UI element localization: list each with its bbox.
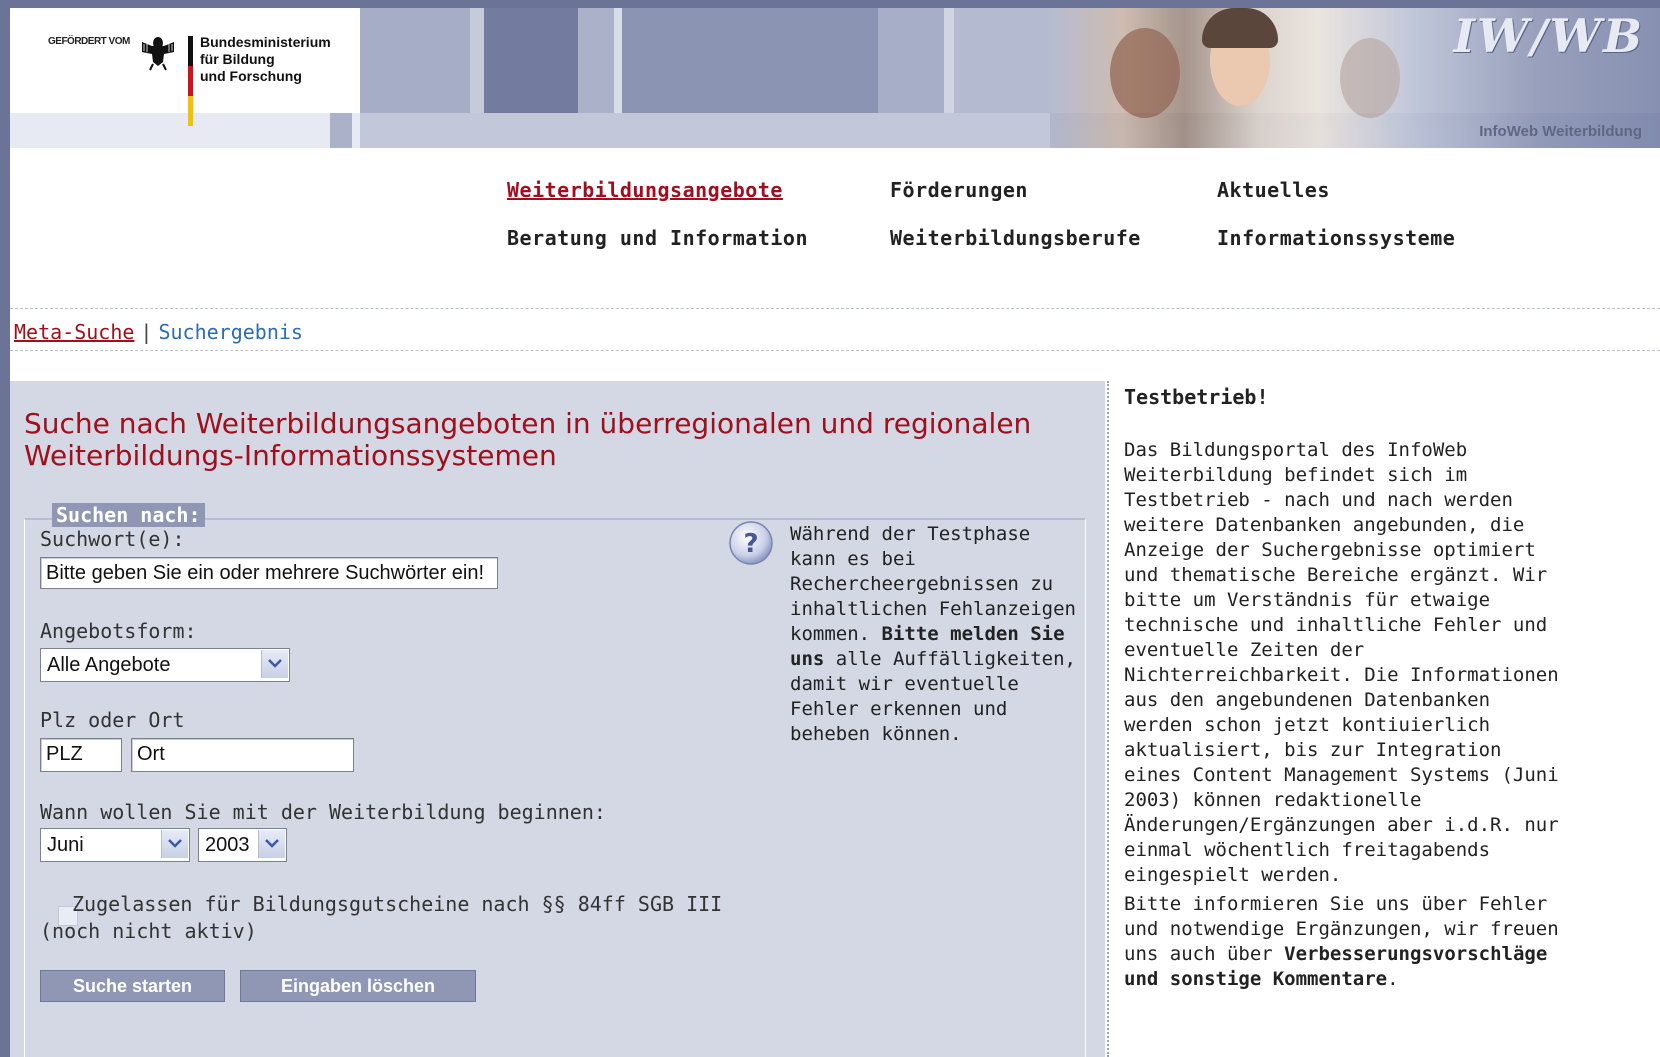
banner-band: [622, 8, 878, 113]
ort-input[interactable]: Ort: [131, 738, 354, 772]
chevron-down-icon[interactable]: [161, 830, 188, 858]
voucher-label: Zugelassen für Bildungsgutscheine nach §…: [72, 892, 723, 916]
location-label: Plz oder Ort: [40, 708, 185, 732]
breadcrumb-divider-bottom: [10, 350, 1660, 351]
sidebar-paragraph-2: Bitte informieren Sie uns über Fehler un…: [1124, 892, 1564, 992]
voucher-note: (noch nicht aktiv): [40, 919, 257, 943]
year-select[interactable]: 2003: [198, 828, 287, 862]
nav-beratung[interactable]: Beratung und Information: [507, 226, 808, 250]
federal-eagle-icon: [142, 37, 174, 71]
banner-band: [614, 8, 622, 113]
person-hair: [1202, 8, 1278, 48]
svg-text:?: ?: [743, 529, 758, 559]
year-value: 2003: [205, 834, 250, 856]
ministry-name: Bundesministerium für Bildung und Forsch…: [200, 34, 331, 85]
page: GEFÖRDERT VOM Bundesministerium für Bild…: [10, 8, 1660, 1057]
ministry-line-3: und Forschung: [200, 68, 302, 84]
german-flag-bar: [188, 36, 193, 126]
sponsor-label: GEFÖRDERT VOM: [48, 36, 130, 47]
breadcrumb: Meta-Suche | Suchergebnis: [14, 320, 303, 344]
search-legend: Suchen nach:: [52, 503, 205, 527]
banner-band: [944, 8, 954, 113]
page-title-line-1: Suche nach Weiterbildungsangeboten in üb…: [24, 407, 1032, 440]
column-divider: [1107, 381, 1109, 1057]
sidebar-title: Testbetrieb!: [1124, 385, 1269, 409]
help-question-icon: ?: [729, 521, 773, 565]
keyword-input[interactable]: Bitte geben Sie ein oder mehrere Suchwör…: [40, 557, 498, 589]
nav-foerderungen[interactable]: Förderungen: [890, 178, 1028, 202]
banner-band: [578, 8, 614, 113]
month-value: Juni: [47, 834, 84, 856]
month-select[interactable]: Juni: [40, 828, 190, 862]
breadcrumb-separator: |: [140, 320, 153, 344]
page-title-line-2: Weiterbildungs-Informationssystemen: [24, 439, 557, 472]
banner-band: [878, 8, 944, 113]
person-photo: [1110, 28, 1180, 118]
breadcrumb-divider-top: [10, 308, 1660, 309]
breadcrumb-meta-suche[interactable]: Meta-Suche: [14, 320, 134, 344]
banner-band: [954, 8, 1050, 113]
logo-notch: [330, 113, 352, 148]
sidebar-paragraph-2-end: .: [1387, 968, 1399, 990]
person-photo: [1340, 38, 1400, 118]
header-banner: GEFÖRDERT VOM Bundesministerium für Bild…: [10, 8, 1660, 148]
reset-button[interactable]: Eingaben löschen: [240, 970, 476, 1002]
nav-weiterbildungsangebote[interactable]: Weiterbildungsangebote: [507, 178, 783, 202]
banner-band: [484, 8, 578, 113]
logo-strip: [10, 113, 360, 148]
iwwb-logo-text: IW/WB: [1453, 9, 1644, 63]
keyword-label: Suchwort(e):: [40, 527, 185, 551]
offer-type-label: Angebotsform:: [40, 619, 197, 643]
offer-type-value: Alle Angebote: [47, 654, 171, 676]
help-text-outro: alle Auffälligkeiten, damit wir eventuel…: [790, 648, 1076, 745]
banner-band: [360, 8, 470, 113]
brand-subtitle: InfoWeb Weiterbildung: [1479, 123, 1642, 140]
chevron-down-icon[interactable]: [261, 650, 288, 678]
start-date-label: Wann wollen Sie mit der Weiterbildung be…: [40, 800, 606, 824]
offer-type-select[interactable]: Alle Angebote: [40, 648, 290, 682]
ministry-line-2: für Bildung: [200, 51, 275, 67]
sidebar-paragraph-1: Das Bildungsportal des InfoWeb Weiterbil…: [1124, 439, 1559, 886]
page-title: Suche nach Weiterbildungsangeboten in üb…: [24, 408, 1084, 472]
nav-informationssysteme[interactable]: Informationssysteme: [1217, 226, 1455, 250]
nav-aktuelles[interactable]: Aktuelles: [1217, 178, 1330, 202]
chevron-down-icon[interactable]: [258, 830, 285, 858]
plz-input[interactable]: PLZ: [40, 738, 122, 772]
nav-weiterbildungsberufe[interactable]: Weiterbildungsberufe: [890, 226, 1141, 250]
search-button[interactable]: Suche starten: [40, 970, 225, 1002]
breadcrumb-current: Suchergebnis: [158, 320, 303, 344]
ministry-line-1: Bundesministerium: [200, 34, 331, 50]
iwwb-logo: IW/WB: [1453, 13, 1644, 59]
help-text: Während der Testphase kann es bei Recher…: [790, 522, 1080, 747]
banner-band: [470, 8, 484, 113]
